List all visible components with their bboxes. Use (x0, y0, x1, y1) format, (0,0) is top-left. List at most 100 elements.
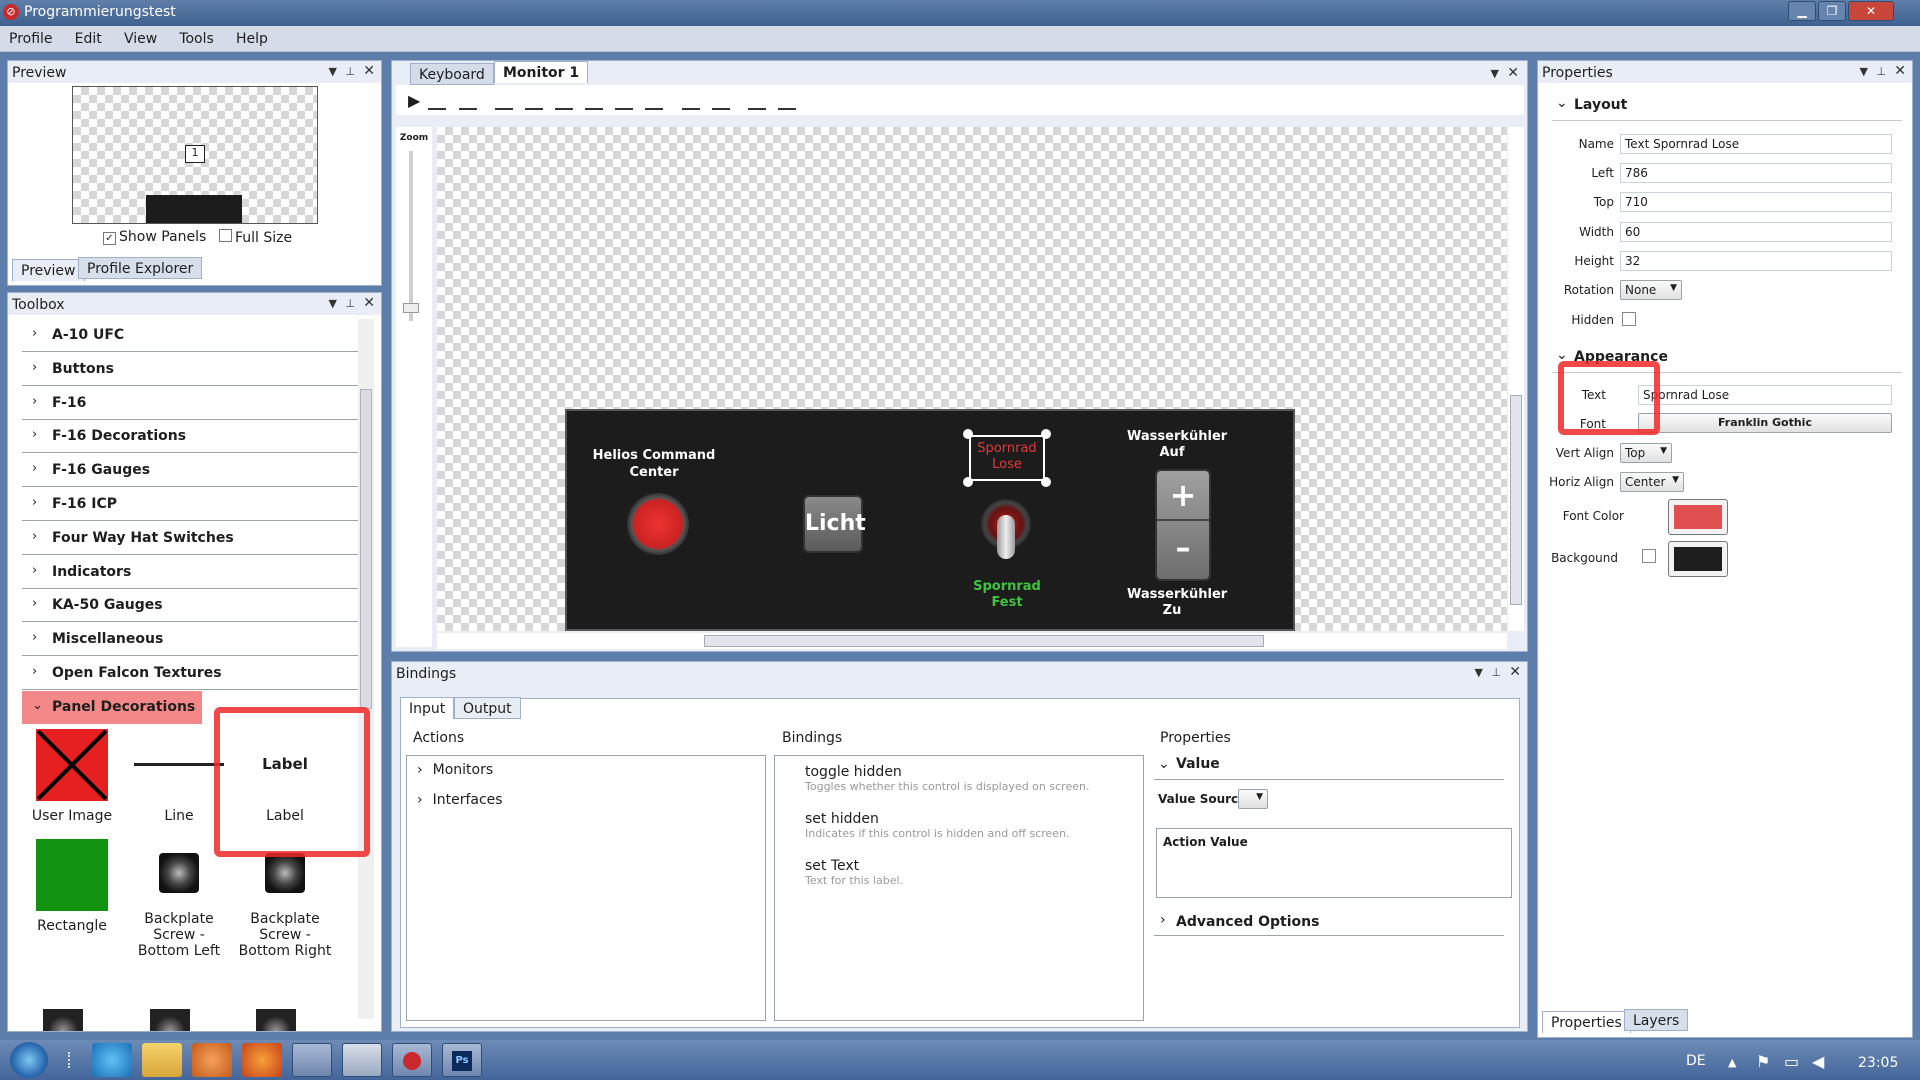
zoom-track[interactable] (409, 151, 413, 321)
toolbox-category[interactable]: › Indicators (22, 556, 358, 589)
toolbox-category[interactable]: ⌄ Panel Decorations (22, 690, 202, 724)
licht-button[interactable]: Licht (803, 495, 866, 553)
toolbox-category[interactable]: › Miscellaneous (22, 623, 358, 657)
toolbox-item-rectangle[interactable]: Rectangle (22, 839, 122, 939)
advanced-options-section[interactable]: › Advanced Options (1154, 910, 1504, 936)
top-field[interactable]: 710 (1620, 192, 1892, 212)
toolbox-item-user-image[interactable]: User Image (22, 729, 122, 829)
explorer-icon[interactable] (142, 1043, 182, 1077)
toolbox-category[interactable]: › KA-50 Gauges (22, 589, 358, 623)
tab-properties[interactable]: Properties (1542, 1011, 1631, 1033)
toolbox-category[interactable]: › F-16 Gauges (22, 454, 358, 488)
vert-align-dropdown[interactable]: Top ▼ (1620, 443, 1672, 463)
toolbox-item-backplate-screw-bl[interactable]: Backplate Screw - Bottom Left (129, 839, 229, 979)
font-color-swatch[interactable] (1668, 499, 1728, 535)
space-v-icon[interactable] (778, 92, 796, 110)
close-icon[interactable]: ✕ (363, 295, 375, 311)
left-field[interactable]: 786 (1620, 163, 1892, 183)
dropdown-icon[interactable]: ▼ (1860, 65, 1868, 78)
preview-canvas[interactable]: 1 (72, 86, 318, 224)
menu-view[interactable]: View (115, 26, 166, 47)
maximize-button[interactable]: ❐ (1818, 1, 1846, 21)
helios-profile-editor-icon[interactable] (392, 1043, 432, 1077)
language-indicator[interactable]: DE (1686, 1053, 1706, 1069)
dropdown-icon[interactable]: ▼ (1491, 67, 1499, 80)
pin-icon[interactable]: ⊥ (345, 65, 355, 78)
close-button[interactable]: ✕ (1848, 1, 1894, 21)
toolbox-scrollbar[interactable] (358, 319, 374, 1019)
background-color-swatch[interactable] (1668, 541, 1728, 577)
helios-control-center-icon[interactable] (292, 1043, 332, 1077)
hidden-checkbox[interactable] (1622, 312, 1636, 326)
toolbox-category[interactable]: › A-10 UFC (22, 319, 358, 352)
close-icon[interactable]: ✕ (1509, 664, 1521, 680)
toolbox-category[interactable]: › Open Falcon Textures (22, 657, 358, 690)
tab-layers[interactable]: Layers (1624, 1009, 1689, 1031)
resize-handle[interactable] (963, 429, 973, 439)
toolbox-category[interactable]: › Four Way Hat Switches (22, 522, 358, 555)
toolbox-category[interactable]: › F-16 (22, 387, 358, 420)
tab-profile-explorer[interactable]: Profile Explorer (78, 257, 203, 279)
close-icon[interactable]: ✕ (1894, 63, 1906, 79)
canvas-hscrollbar[interactable] (437, 633, 1507, 649)
tab-monitor-1[interactable]: Monitor 1 (494, 61, 589, 83)
align-right-icon[interactable] (615, 92, 634, 110)
canvas-vscrollbar[interactable] (1508, 127, 1524, 631)
wasser-auf-label[interactable]: Wasserkühler Auf (1127, 429, 1227, 461)
move-down-icon[interactable] (458, 92, 477, 110)
align-bottom-icon[interactable] (524, 92, 543, 110)
layout-section-header[interactable]: ⌄ Layout (1552, 95, 1902, 121)
background-checkbox[interactable] (1642, 549, 1656, 563)
notepad-icon[interactable] (342, 1043, 382, 1077)
dropdown-icon[interactable]: ▼ (329, 65, 337, 78)
binding-set-text[interactable]: set Text Text for this label. (805, 858, 903, 887)
spornrad-fest-label[interactable]: Spornrad Fest (959, 579, 1055, 611)
distribute-v-icon[interactable] (711, 92, 730, 110)
full-size-checkbox[interactable]: Full Size (219, 229, 292, 246)
space-h-icon[interactable] (747, 92, 766, 110)
pin-icon[interactable]: ⊥ (1876, 65, 1886, 78)
start-button[interactable] (10, 1042, 48, 1078)
resize-handle[interactable] (1041, 429, 1051, 439)
ie-icon[interactable] (92, 1043, 132, 1077)
toolbox-category[interactable]: › F-16 Decorations (22, 420, 358, 454)
binding-toggle-hidden[interactable]: toggle hidden Toggles whether this contro… (805, 764, 1089, 793)
tree-item-monitors[interactable]: › Monitors (417, 762, 493, 778)
resize-handle[interactable] (1041, 477, 1051, 487)
text-field[interactable]: Spornrad Lose (1638, 385, 1892, 405)
tab-preview[interactable]: Preview (12, 259, 85, 281)
design-canvas[interactable]: Helios Command Center Licht Spornrad Los… (437, 127, 1507, 631)
volume-icon[interactable]: ◀ (1812, 1052, 1824, 1071)
toolbox-category[interactable]: › F-16 ICP (22, 488, 358, 521)
horiz-align-dropdown[interactable]: Center ▼ (1620, 472, 1684, 492)
menu-tools[interactable]: Tools (170, 26, 223, 47)
pin-icon[interactable]: ⊥ (1491, 666, 1501, 679)
tree-item-interfaces[interactable]: › Interfaces (417, 792, 503, 808)
resize-handle[interactable] (963, 477, 973, 487)
wasser-zu-label[interactable]: Wasserkühler Zu (1127, 587, 1227, 619)
move-up-icon[interactable] (428, 92, 447, 110)
red-push-button[interactable] (627, 493, 689, 555)
width-field[interactable]: 60 (1620, 222, 1892, 242)
binding-set-hidden[interactable]: set hidden Indicates if this control is h… (805, 811, 1070, 840)
tab-output[interactable]: Output (454, 697, 521, 719)
value-section[interactable]: ⌄ Value (1154, 754, 1504, 780)
close-icon[interactable]: ✕ (1507, 65, 1519, 81)
toolbox-item-backplate-screw-br[interactable]: Backplate Screw - Bottom Right (235, 839, 335, 979)
spornrad-lose-label-selected[interactable]: Spornrad Lose (969, 435, 1045, 481)
value-source-dropdown[interactable]: ▼ (1238, 789, 1268, 809)
minimize-button[interactable]: ▁ (1788, 1, 1816, 21)
scrollbar-thumb[interactable] (704, 635, 1264, 647)
menu-profile[interactable]: Profile (0, 26, 62, 47)
menu-edit[interactable]: Edit (66, 26, 111, 47)
menu-help[interactable]: Help (227, 26, 277, 47)
action-center-flag-icon[interactable]: ⚑ (1756, 1052, 1770, 1071)
show-hidden-icons-icon[interactable]: ▲ (1728, 1056, 1736, 1069)
height-field[interactable]: 32 (1620, 251, 1892, 271)
align-left-icon[interactable] (585, 92, 604, 110)
tab-input[interactable]: Input (400, 697, 455, 719)
pin-icon[interactable]: ⊥ (345, 297, 355, 310)
font-button[interactable]: Franklin Gothic (1638, 413, 1892, 433)
photoshop-icon[interactable]: Ps (442, 1043, 482, 1077)
network-icon[interactable]: ▭ (1784, 1052, 1799, 1071)
